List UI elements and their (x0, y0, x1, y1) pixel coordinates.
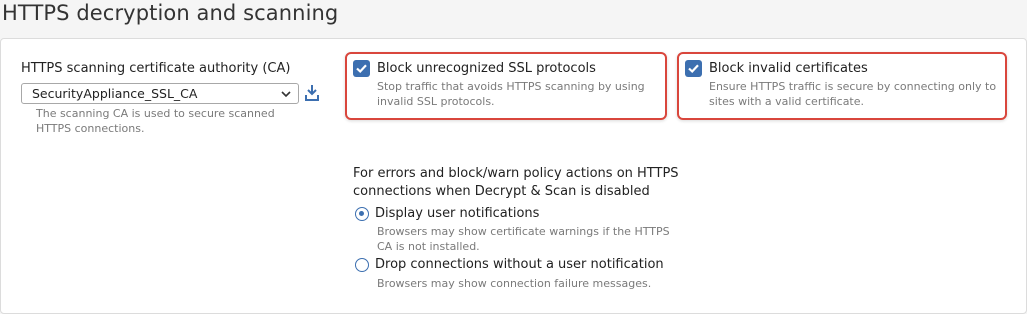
drop-connections-label[interactable]: Drop connections without a user notifica… (375, 257, 664, 272)
display-notifications-label[interactable]: Display user notifications (375, 206, 539, 221)
page-title: HTTPS decryption and scanning (2, 1, 339, 25)
chevron-down-icon (281, 91, 291, 98)
display-notifications-description: Browsers may show certificate warnings i… (377, 225, 670, 253)
ca-select-value: SecurityAppliance_SSL_CA (32, 86, 198, 101)
ca-help-text: The scanning CA is used to secure scanne… (36, 107, 275, 135)
block-invalid-cert-description: Ensure HTTPS traffic is secure by connec… (709, 80, 997, 108)
download-icon[interactable] (305, 84, 319, 102)
block-invalid-cert-label[interactable]: Block invalid certificates (709, 61, 868, 76)
errors-heading: For errors and block/warn policy actions… (353, 166, 679, 199)
ca-label: HTTPS scanning certificate authority (CA… (21, 61, 291, 76)
drop-connections-description: Browsers may show connection failure mes… (377, 277, 652, 290)
ca-select[interactable]: SecurityAppliance_SSL_CA (21, 83, 299, 104)
check-icon (688, 64, 699, 74)
block-invalid-cert-checkbox[interactable] (685, 60, 702, 77)
block-ssl-description: Stop traffic that avoids HTTPS scanning … (377, 80, 645, 108)
check-icon (356, 64, 367, 74)
block-ssl-label[interactable]: Block unrecognized SSL protocols (377, 61, 596, 76)
drop-connections-radio[interactable] (355, 258, 369, 272)
block-ssl-checkbox[interactable] (353, 60, 370, 77)
display-notifications-radio[interactable] (355, 207, 369, 221)
